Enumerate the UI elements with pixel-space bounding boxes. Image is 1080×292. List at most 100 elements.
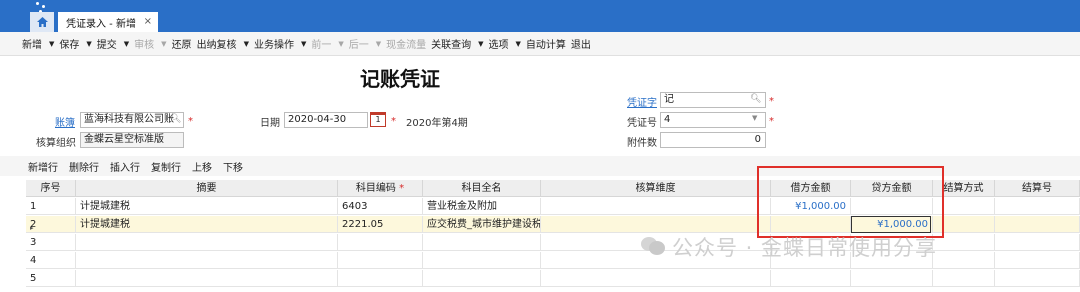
- date-field[interactable]: 2020-04-30: [284, 112, 368, 128]
- toolbar-item-9: 现金流量: [386, 40, 427, 51]
- column-header-no[interactable]: 序号: [26, 180, 76, 197]
- chevron-down-icon[interactable]: ▼: [86, 40, 91, 48]
- cell-code[interactable]: 2221.05: [338, 216, 423, 233]
- column-header-dim[interactable]: 核算维度: [541, 180, 771, 197]
- cell-method[interactable]: [933, 252, 995, 269]
- cell-code[interactable]: [338, 234, 423, 251]
- cell-name[interactable]: [423, 252, 541, 269]
- cell-name[interactable]: 应交税费_城市维护建设税: [423, 216, 541, 233]
- toolbar-item-5[interactable]: 出纳复核: [197, 36, 237, 51]
- chevron-down-icon[interactable]: ▼: [516, 40, 521, 48]
- column-header-label: 科目全名: [461, 183, 502, 194]
- column-header-code[interactable]: 科目编码 *: [338, 180, 423, 197]
- column-header-summary[interactable]: 摘要: [76, 180, 338, 197]
- cell-name[interactable]: 营业税金及附加: [423, 198, 541, 215]
- voucher-word-value: 记: [664, 94, 674, 105]
- chevron-down-icon[interactable]: ▼: [49, 40, 54, 48]
- voucher-number-label: 凭证号: [627, 118, 657, 129]
- cell-no[interactable]: 5: [26, 270, 76, 287]
- entry-action-2[interactable]: 插入行: [110, 159, 140, 174]
- cell-name[interactable]: [423, 270, 541, 287]
- book-field[interactable]: 蓝海科技有限公司账: [80, 112, 184, 128]
- column-header-name[interactable]: 科目全名: [423, 180, 541, 197]
- toolbar-item-6[interactable]: 业务操作: [254, 36, 294, 51]
- toolbar-item-1[interactable]: 保存: [59, 36, 79, 51]
- cell-credit[interactable]: [851, 270, 933, 287]
- cell-no[interactable]: 4: [26, 252, 76, 269]
- cell-dim[interactable]: [541, 198, 771, 215]
- column-header-label: 科目编码: [355, 183, 396, 194]
- cell-no[interactable]: 1: [26, 198, 76, 215]
- cell-num[interactable]: [995, 252, 1080, 269]
- wechat-icon: [641, 237, 665, 255]
- home-tab[interactable]: [30, 12, 54, 32]
- chevron-down-icon[interactable]: ▼: [124, 40, 129, 48]
- cell-code[interactable]: [338, 252, 423, 269]
- cell-num[interactable]: [995, 216, 1080, 233]
- cell-dim[interactable]: [541, 270, 771, 287]
- cell-summary[interactable]: 计提城建税: [76, 198, 338, 215]
- voucher-word-label[interactable]: 凭证字: [627, 94, 657, 109]
- entry-action-1[interactable]: 删除行: [69, 159, 99, 174]
- title-bar: 凭证录入 - 新增 ×: [0, 0, 1080, 32]
- required-mark: *: [769, 96, 774, 107]
- chevron-down-icon[interactable]: ▼: [244, 40, 249, 48]
- cell-code[interactable]: [338, 270, 423, 287]
- attachment-value: 0: [754, 134, 761, 145]
- column-header-label: 结算方式: [943, 183, 984, 194]
- voucher-number-value: 4: [664, 114, 671, 125]
- toolbar-item-11[interactable]: 选项: [489, 36, 509, 51]
- period-text: 2020年第4期: [406, 118, 468, 129]
- toolbar-item-4[interactable]: 还原: [172, 36, 192, 51]
- toolbar-item-10[interactable]: 关联查询: [431, 36, 471, 51]
- date-label: 日期: [260, 118, 280, 129]
- required-mark: *: [395, 183, 405, 194]
- tab-label: 凭证录入 - 新增: [66, 18, 136, 30]
- selected-row-indicator-icon: ▸: [30, 224, 34, 232]
- cell-summary[interactable]: [76, 252, 338, 269]
- search-icon[interactable]: 🔍︎: [170, 114, 181, 124]
- cell-summary[interactable]: [76, 270, 338, 287]
- org-field: 金蝶云星空标准版: [80, 132, 184, 148]
- toolbar-item-13[interactable]: 退出: [571, 36, 591, 51]
- entry-action-0[interactable]: 新增行: [28, 159, 58, 174]
- cell-code[interactable]: 6403: [338, 198, 423, 215]
- book-label[interactable]: 账簿: [55, 114, 75, 129]
- date-value: 2020-04-30: [288, 114, 347, 125]
- cell-num[interactable]: [995, 198, 1080, 215]
- cell-num[interactable]: [995, 234, 1080, 251]
- cell-no[interactable]: 3: [26, 234, 76, 251]
- column-header-num[interactable]: 结算号: [995, 180, 1080, 197]
- cell-method[interactable]: [933, 270, 995, 287]
- chevron-down-icon[interactable]: ▼: [752, 114, 757, 122]
- column-header-label: 结算号: [1022, 183, 1052, 194]
- attachment-field[interactable]: 0: [660, 132, 766, 148]
- cell-summary[interactable]: [76, 234, 338, 251]
- entry-action-5[interactable]: 下移: [223, 159, 243, 174]
- cell-dim[interactable]: [541, 216, 771, 233]
- entry-action-3[interactable]: 复制行: [151, 159, 181, 174]
- required-mark: *: [391, 116, 396, 127]
- cell-num[interactable]: [995, 270, 1080, 287]
- close-icon[interactable]: ×: [144, 16, 152, 27]
- required-mark: *: [188, 116, 193, 127]
- toolbar-item-2[interactable]: 提交: [97, 36, 117, 51]
- cell-summary[interactable]: 计提城建税: [76, 216, 338, 233]
- watermark-text: 公众号 · 金蝶日常使用分享: [672, 236, 938, 260]
- chevron-down-icon[interactable]: ▼: [301, 40, 306, 48]
- toolbar-item-0[interactable]: 新增: [22, 36, 42, 51]
- column-header-label: 摘要: [196, 183, 217, 194]
- voucher-number-field[interactable]: 4: [660, 112, 766, 128]
- chevron-down-icon[interactable]: ▼: [478, 40, 483, 48]
- tab-voucher-entry[interactable]: 凭证录入 - 新增 ×: [58, 12, 158, 32]
- search-icon[interactable]: 🔍︎: [750, 94, 761, 104]
- chevron-down-icon: ▼: [161, 39, 167, 48]
- toolbar-item-12[interactable]: 自动计算: [526, 36, 566, 51]
- cell-name[interactable]: [423, 234, 541, 251]
- toolbar-item-8: 后一: [348, 40, 369, 51]
- entry-action-4[interactable]: 上移: [192, 159, 212, 174]
- cell-debit[interactable]: [771, 270, 851, 287]
- calendar-icon[interactable]: 1: [370, 112, 386, 127]
- table-row[interactable]: 5: [26, 270, 1080, 287]
- chevron-down-icon: ▼: [338, 39, 344, 48]
